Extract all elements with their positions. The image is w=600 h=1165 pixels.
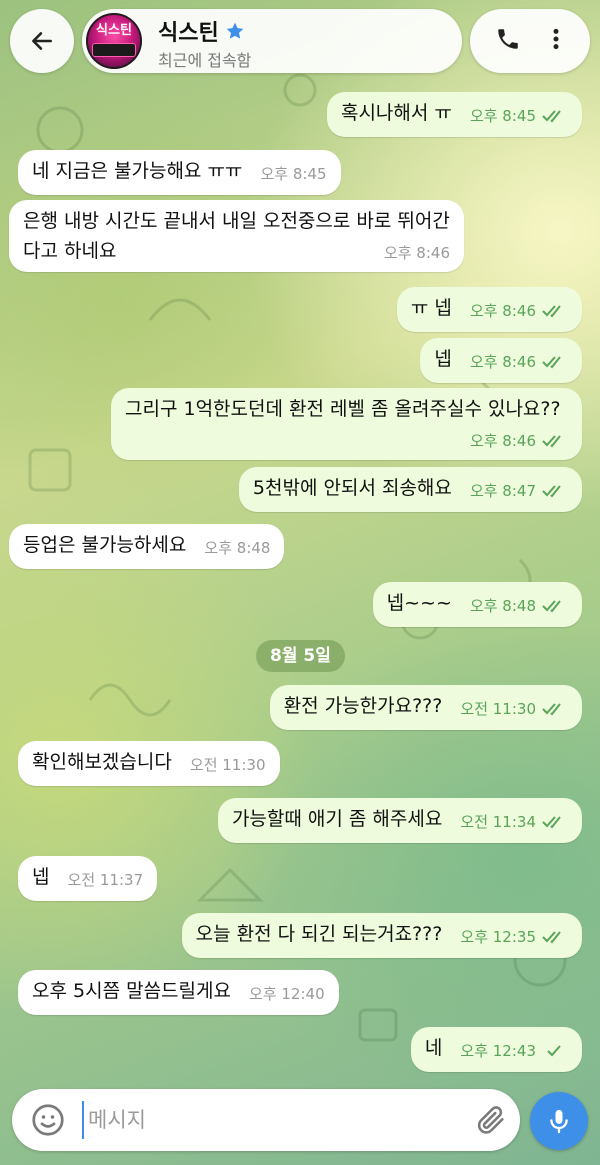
message-time: 오후 8:48 xyxy=(204,539,271,557)
message-time: 오후 8:47 xyxy=(469,482,536,500)
message-bubble[interactable]: 5천밖에 안되서 죄송해요 오후 8:47 xyxy=(238,467,582,512)
double-check-icon xyxy=(542,305,561,318)
message-composer xyxy=(12,1089,520,1151)
message-meta: 오후 8:46 xyxy=(470,347,568,377)
message-text: 5천밖에 안되서 죄송해요 xyxy=(252,477,452,499)
message-bubble[interactable]: 오늘 환전 다 되긴 되는거죠??? 오후 12:35 xyxy=(181,913,582,958)
message-time: 오후 8:45 xyxy=(469,107,536,125)
microphone-icon xyxy=(550,1109,568,1134)
message-text: 등업은 불가능하세요 xyxy=(23,534,187,556)
message-meta: 오후 8:46 xyxy=(470,426,568,456)
message-meta: 오전 11:30 xyxy=(190,750,266,780)
message-time: 오후 8:46 xyxy=(469,432,536,450)
header-actions xyxy=(470,9,590,73)
chat-status: 최근에 접속함 xyxy=(158,51,252,70)
message-bubble[interactable]: 등업은 불가능하세요 오후 8:48 xyxy=(9,524,285,569)
message-time: 오전 11:30 xyxy=(189,756,266,774)
message-meta: 오후 8:47 xyxy=(470,476,568,506)
double-check-icon xyxy=(542,816,561,829)
message-time: 오후 12:40 xyxy=(249,985,325,1003)
message-meta: 오전 11:37 xyxy=(68,865,144,895)
call-button[interactable] xyxy=(495,26,521,56)
message-meta: 오후 8:46 xyxy=(384,238,450,268)
double-check-icon xyxy=(542,600,561,613)
message-text: 넵 xyxy=(32,866,50,888)
message-bubble[interactable]: 넵~~~ 오후 8:48 xyxy=(372,582,582,627)
back-button[interactable] xyxy=(10,9,74,73)
message-meta: 오후 8:45 xyxy=(260,159,326,189)
message-text: 넵~~~ xyxy=(386,592,452,614)
phone-icon xyxy=(497,29,518,49)
message-text: 네 지금은 불가능해요 ㅠㅠ xyxy=(32,160,243,182)
chat-header[interactable]: 식스틴 식스틴 최근에 접속함 xyxy=(82,9,462,73)
double-check-icon xyxy=(542,485,561,498)
attach-button[interactable] xyxy=(474,1103,508,1137)
chat-name: 식스틴 xyxy=(158,15,245,47)
message-text: 가능할때 애기 좀 해주세요 xyxy=(231,808,443,830)
message-meta: 오후 12:43 xyxy=(460,1036,568,1066)
avatar[interactable]: 식스틴 xyxy=(86,13,142,69)
message-meta: 오후 8:48 xyxy=(470,591,568,621)
message-bubble[interactable]: ㅠ 넵 오후 8:46 xyxy=(396,287,582,332)
message-text: 오후 5시쯤 말씀드릴게요 xyxy=(32,980,231,1002)
message-meta: 오후 12:35 xyxy=(460,922,568,952)
message-time: 오후 12:35 xyxy=(460,928,536,946)
message-meta: 오후 12:40 xyxy=(249,979,325,1009)
message-text: 네 xyxy=(424,1037,443,1059)
message-meta: 오전 11:30 xyxy=(460,694,568,724)
double-check-icon xyxy=(542,435,561,448)
message-time: 오전 11:30 xyxy=(460,700,536,718)
double-check-icon xyxy=(542,931,561,944)
message-meta: 오후 8:45 xyxy=(470,101,568,131)
voice-record-button[interactable] xyxy=(530,1092,588,1150)
message-time: 오후 8:46 xyxy=(383,244,450,262)
message-meta: 오후 8:46 xyxy=(470,296,568,326)
double-check-icon xyxy=(542,356,561,369)
message-bubble[interactable]: 은행 내방 시간도 끝내서 내일 오전중으로 바로 뛰어간다고 하네요 오후 8… xyxy=(9,200,464,272)
message-text: 넵 xyxy=(434,348,452,370)
message-text: 그리구 1억한도던데 환전 레벨 좀 올려주실수 있나요?? xyxy=(125,398,561,420)
message-time: 오후 8:48 xyxy=(469,597,536,615)
message-text: 확인해보겠습니다 xyxy=(32,751,172,773)
date-separator: 8월 5일 xyxy=(256,640,345,672)
double-check-icon xyxy=(542,110,561,123)
message-time: 오후 8:46 xyxy=(469,302,536,320)
message-bubble[interactable]: 환전 가능한가요??? 오전 11:30 xyxy=(269,685,582,730)
message-input[interactable] xyxy=(82,1101,442,1139)
paperclip-icon xyxy=(477,1106,504,1134)
message-text: 오늘 환전 다 되긴 되는거죠??? xyxy=(195,923,443,945)
more-vertical-icon xyxy=(553,28,558,50)
message-bubble[interactable]: 네 지금은 불가능해요 ㅠㅠ 오후 8:45 xyxy=(18,150,341,195)
message-bubble[interactable]: 넵 오전 11:37 xyxy=(18,856,158,901)
message-bubble[interactable]: 넵 오후 8:46 xyxy=(420,338,582,383)
message-time: 오전 11:37 xyxy=(67,871,144,889)
message-bubble[interactable]: 확인해보겠습니다 오전 11:30 xyxy=(18,741,280,786)
single-check-icon xyxy=(547,1045,561,1057)
star-icon xyxy=(226,22,244,39)
message-text: 환전 가능한가요??? xyxy=(283,695,443,717)
message-time: 오전 11:34 xyxy=(460,813,536,831)
message-bubble[interactable]: 혹시나해서 ㅠ 오후 8:45 xyxy=(326,92,582,137)
arrow-left-icon xyxy=(32,32,52,50)
message-meta: 오전 11:34 xyxy=(460,807,568,837)
message-time: 오후 8:45 xyxy=(260,165,327,183)
emoji-icon xyxy=(32,1104,64,1136)
more-options-button[interactable] xyxy=(546,26,566,56)
message-text: 혹시나해서 ㅠ xyxy=(340,102,452,124)
message-bubble[interactable]: 오후 5시쯤 말씀드릴게요 오후 12:40 xyxy=(18,970,339,1015)
message-text: ㅠ 넵 xyxy=(410,297,452,319)
message-bubble[interactable]: 그리구 1억한도던데 환전 레벨 좀 올려주실수 있나요?? 오후 8:46 xyxy=(111,388,582,460)
double-check-icon xyxy=(542,703,561,716)
message-bubble[interactable]: 가능할때 애기 좀 해주세요 오전 11:34 xyxy=(217,798,582,843)
message-time: 오후 12:43 xyxy=(460,1042,536,1060)
message-bubble[interactable]: 네 오후 12:43 xyxy=(410,1027,582,1072)
chat-name-text: 식스틴 xyxy=(158,21,219,46)
message-time: 오후 8:46 xyxy=(469,353,536,371)
emoji-button[interactable] xyxy=(30,1102,66,1138)
message-meta: 오후 8:48 xyxy=(204,533,270,563)
